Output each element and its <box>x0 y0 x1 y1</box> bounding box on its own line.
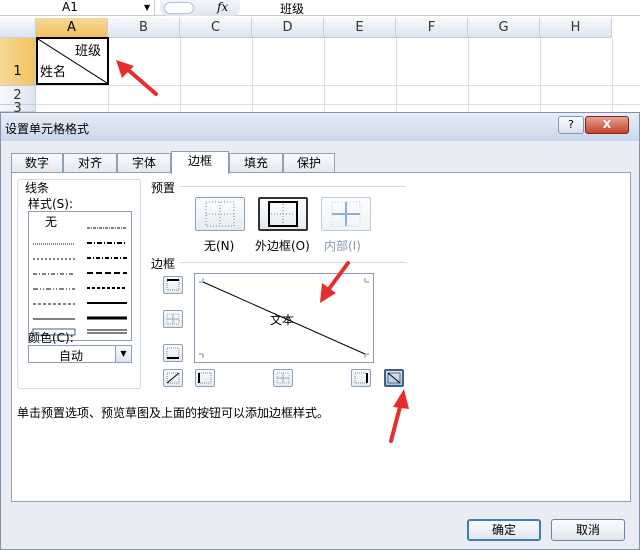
tab-1[interactable]: 对齐 <box>63 153 117 173</box>
line-style-list[interactable]: 无 <box>28 211 132 341</box>
dialog-title: 设置单元格格式 <box>5 122 90 136</box>
border-inside-horizontal-button[interactable] <box>163 310 183 328</box>
border-right-button[interactable] <box>351 369 371 387</box>
grid-line <box>540 38 541 112</box>
tab-5[interactable]: 保护 <box>283 153 335 173</box>
formula-bar: A1 ▼ fx 班级 <box>0 0 640 16</box>
border-diagonal-down-icon <box>387 372 401 384</box>
color-label: 颜色(C): <box>28 331 74 345</box>
preset-none-button[interactable] <box>195 197 245 231</box>
border-left-icon <box>198 372 212 384</box>
cell-a1-top-text: 班级 <box>74 44 101 59</box>
border-top-button[interactable] <box>163 276 183 294</box>
column-header-h[interactable]: H <box>540 18 612 38</box>
tab-3[interactable]: 边框 <box>171 151 229 174</box>
tab-2[interactable]: 字体 <box>117 153 171 173</box>
border-diagonal-up-button[interactable] <box>163 369 183 387</box>
chevron-down-icon[interactable]: ▼ <box>144 3 150 12</box>
annotation-arrow <box>320 261 350 303</box>
preset-none-label: 无(N) <box>204 239 235 253</box>
line-group-label: 线条 <box>25 181 50 195</box>
border-bottom-icon <box>166 347 180 359</box>
column-header-c[interactable]: C <box>180 18 252 38</box>
preset-inside-label: 内部(I) <box>324 239 361 253</box>
annotation-arrow <box>389 389 409 443</box>
preset-inside-button[interactable] <box>321 197 371 231</box>
grid-line <box>36 104 640 105</box>
line-style-samples[interactable] <box>29 212 131 340</box>
column-header-d[interactable]: D <box>252 18 324 38</box>
style-label: 样式(S): <box>28 197 74 211</box>
grid-line <box>612 38 613 112</box>
tab-4[interactable]: 填充 <box>229 153 283 173</box>
border-diagonal-up-icon <box>166 372 180 384</box>
column-header-b[interactable]: B <box>108 18 180 38</box>
cell-a1-bottom-text: 姓名 <box>40 65 67 80</box>
row-header-1[interactable]: 1 <box>0 38 36 86</box>
formula-divider-handle[interactable] <box>164 2 194 14</box>
column-header-a[interactable]: A <box>36 18 108 38</box>
name-box-value: A1 <box>62 0 78 14</box>
tab-0[interactable]: 数字 <box>11 153 63 173</box>
preset-outline-button[interactable] <box>258 197 308 231</box>
border-bottom-button[interactable] <box>163 344 183 362</box>
insert-function-icon[interactable]: fx <box>217 0 228 14</box>
formula-controls: fx <box>160 0 240 16</box>
preset-inside-icon <box>331 201 361 227</box>
column-header-f[interactable]: F <box>396 18 468 38</box>
help-button[interactable]: ? <box>558 116 584 134</box>
cell-a1[interactable]: 班级 姓名 <box>36 37 109 85</box>
color-select[interactable]: 自动 ▼ <box>28 345 132 363</box>
line-style-none[interactable]: 无 <box>45 213 57 230</box>
select-all-corner[interactable] <box>0 18 36 38</box>
border-inside-horizontal-icon <box>166 313 180 325</box>
column-header-g[interactable]: G <box>468 18 540 38</box>
preview-text: 文本 <box>270 313 295 327</box>
column-header-e[interactable]: E <box>324 18 396 38</box>
border-inside-vertical-button[interactable] <box>273 369 293 387</box>
presets-label: 预置 <box>151 181 176 195</box>
close-button[interactable]: X <box>585 116 629 134</box>
presets-divider <box>179 186 406 187</box>
border-divider <box>179 262 406 263</box>
color-select-value: 自动 <box>59 349 84 363</box>
row-header-3[interactable]: 3 <box>0 102 36 115</box>
name-box[interactable]: A1 ▼ <box>0 0 155 16</box>
grid-line <box>252 38 253 112</box>
border-label: 边框 <box>151 257 176 271</box>
grid-line <box>396 38 397 112</box>
chevron-down-icon[interactable]: ▼ <box>115 346 131 362</box>
formula-input[interactable]: 班级 <box>280 0 304 17</box>
border-top-icon <box>166 279 180 291</box>
preset-outline-label: 外边框(O) <box>255 239 310 253</box>
format-cells-dialog: 设置单元格格式 ? X 数字 对齐 字体 边框 填充 保护 线条 样式(S): 无 <box>0 112 640 550</box>
border-diagonal-down-button[interactable] <box>384 369 404 387</box>
hint-text: 单击预置选项、预览草图及上面的按钮可以添加边框样式。 <box>17 406 330 420</box>
cancel-button[interactable]: 取消 <box>551 519 625 541</box>
grid-line <box>468 38 469 112</box>
ok-button[interactable]: 确定 <box>467 519 541 541</box>
border-inside-vertical-icon <box>276 372 290 384</box>
preset-outline-icon <box>268 201 298 227</box>
preset-none-icon <box>205 201 235 227</box>
annotation-arrow <box>116 60 158 96</box>
border-right-icon <box>354 372 368 384</box>
grid-line <box>180 38 181 112</box>
grid-line <box>324 38 325 112</box>
border-left-button[interactable] <box>195 369 215 387</box>
dialog-titlebar[interactable]: 设置单元格格式 ? X <box>1 113 639 141</box>
